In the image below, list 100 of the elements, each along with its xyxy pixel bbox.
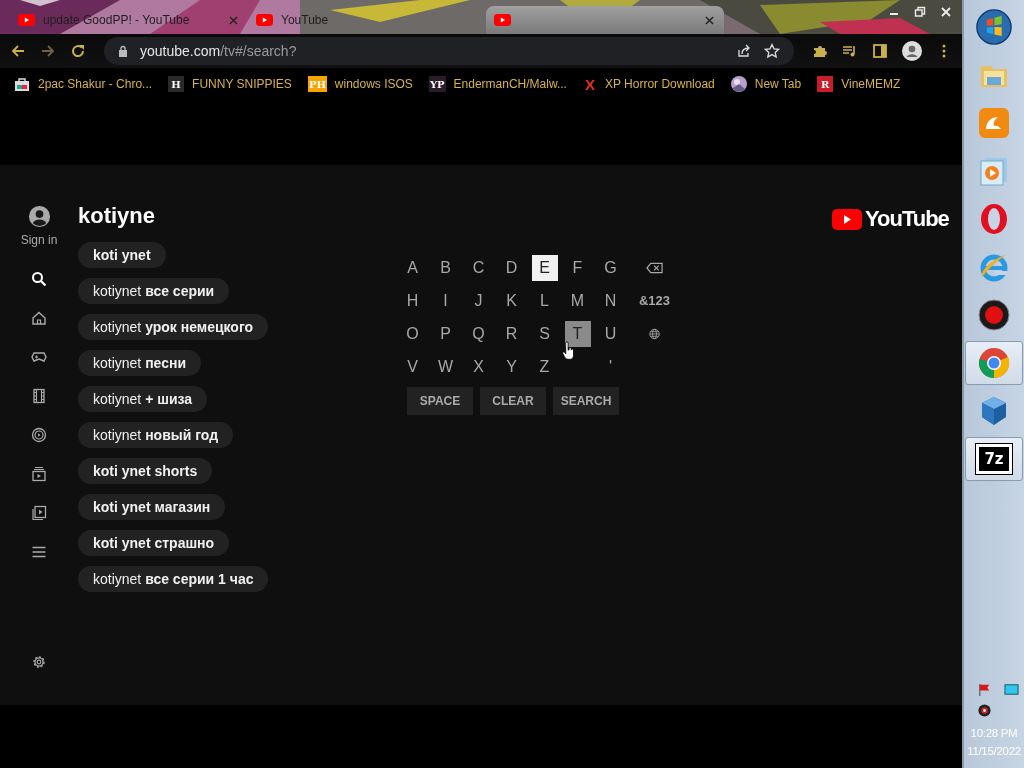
settings-icon[interactable]: [31, 654, 47, 670]
media-player-icon: [978, 155, 1010, 187]
suggestion-chip[interactable]: kotiynet все серии: [78, 278, 230, 304]
globe-icon: [646, 327, 663, 340]
keyboard-key[interactable]: Z: [531, 353, 558, 380]
nav-item[interactable]: [31, 466, 47, 482]
bookmark[interactable]: PH windows ISOS: [307, 76, 413, 92]
gamepad-icon: [31, 349, 47, 365]
forward-icon[interactable]: [40, 43, 56, 59]
play-logo-icon: [494, 14, 511, 26]
browser-icon: [978, 347, 1010, 379]
hand-cursor-icon: [562, 341, 575, 361]
keyboard-key[interactable]: D: [498, 254, 525, 281]
nav-item[interactable]: [31, 505, 47, 521]
symbols-key[interactable]: &123: [638, 287, 671, 314]
keyboard-key[interactable]: U: [597, 320, 624, 347]
keyboard-key[interactable]: C: [465, 254, 492, 281]
site-logo: X: [583, 75, 596, 93]
suggestion-chip[interactable]: koti ynet страшно: [78, 530, 230, 556]
speaker-icon[interactable]: [977, 703, 992, 718]
keyboard-key[interactable]: F: [564, 254, 591, 281]
search-query: kotiyne: [78, 203, 157, 229]
bookmark[interactable]: YP EndermanCH/Malw...: [428, 76, 567, 92]
nav-item[interactable]: [31, 310, 47, 326]
suggestion-chip[interactable]: kotiynet все серии 1 час: [78, 566, 269, 592]
suggestion-chip[interactable]: koti ynet shorts: [78, 458, 213, 484]
keyboard-key[interactable]: N: [597, 287, 624, 314]
keyboard-button[interactable]: SPACE: [407, 387, 473, 415]
network-icon[interactable]: [1004, 682, 1019, 697]
bookmark[interactable]: 2pac Shakur - Chro...: [14, 76, 153, 92]
keyboard-key[interactable]: G: [597, 254, 624, 281]
suggestion-chip[interactable]: koti ynet: [78, 242, 166, 268]
keyboard-button[interactable]: SEARCH: [553, 387, 619, 415]
library-icon: [31, 505, 47, 521]
keyboard-key[interactable]: L: [531, 287, 558, 314]
avatar-icon: [730, 76, 747, 92]
puzzle-icon[interactable]: [812, 43, 828, 59]
suggestion-chip[interactable]: kotiynet новый год: [78, 422, 234, 448]
menu-icon: [31, 544, 47, 560]
site-logo: R: [817, 76, 834, 92]
flag-icon[interactable]: [977, 682, 992, 697]
keyboard-key[interactable]: R: [498, 320, 525, 347]
account-icon[interactable]: [27, 205, 51, 228]
reload-icon[interactable]: [70, 43, 86, 59]
restore-icon[interactable]: [914, 6, 926, 18]
suggestion-chip[interactable]: koti ynet магазин: [78, 494, 226, 520]
keyboard-key[interactable]: ': [597, 353, 624, 380]
keyboard-key[interactable]: P: [432, 320, 459, 347]
bookmark[interactable]: H FUNNY SNIPPIES: [168, 76, 292, 92]
keyboard-key[interactable]: Y: [498, 353, 525, 380]
profile-icon[interactable]: [902, 41, 922, 61]
media-icon[interactable]: [842, 43, 858, 59]
keyboard-key[interactable]: M: [564, 287, 591, 314]
keyboard-key[interactable]: W: [432, 353, 459, 380]
nav-item[interactable]: [31, 427, 47, 443]
keyboard-key[interactable]: O: [399, 320, 426, 347]
home-icon: [31, 310, 47, 326]
tab-title: update GoodPP! - YouTube: [43, 13, 190, 27]
youtube-logo[interactable]: YouTube: [832, 206, 949, 232]
keyboard-key[interactable]: S: [531, 320, 558, 347]
nav-item[interactable]: [31, 388, 47, 404]
backspace-icon: [646, 261, 663, 274]
suggestion-chip[interactable]: kotiynet урок немецкого: [78, 314, 269, 340]
keyboard-key[interactable]: J: [465, 287, 492, 314]
keyboard-key[interactable]: T: [564, 320, 591, 347]
lock-icon: [118, 45, 128, 57]
back-icon[interactable]: [10, 43, 26, 59]
keyboard-key[interactable]: A: [399, 254, 426, 281]
bookmark[interactable]: X XP Horror Download: [582, 75, 715, 93]
site-logo: YP: [428, 76, 446, 92]
address-bar[interactable]: youtube.com/tv#/search?: [104, 37, 794, 65]
nav-item[interactable]: [31, 271, 47, 287]
bookmark[interactable]: R VineMEMZ: [817, 76, 901, 92]
close-icon[interactable]: [705, 15, 714, 25]
keyboard-button[interactable]: CLEAR: [480, 387, 546, 415]
start-button[interactable]: [976, 9, 1012, 45]
keyboard-key[interactable]: H: [399, 287, 426, 314]
sign-in-link[interactable]: Sign in: [20, 233, 58, 247]
nav-item[interactable]: [31, 349, 47, 365]
keyboard-key[interactable]: E: [531, 254, 558, 281]
bookmark[interactable]: New Tab: [730, 76, 802, 92]
keyboard-key[interactable]: K: [498, 287, 525, 314]
keyboard-key[interactable]: X: [465, 353, 492, 380]
squirrel-app-icon: [978, 107, 1010, 139]
suggestion-chip[interactable]: kotiynet песни: [78, 350, 202, 376]
side-panel-icon[interactable]: [872, 43, 888, 59]
suggestion-chip[interactable]: kotiynet + шиза: [78, 386, 208, 412]
star-icon[interactable]: [764, 43, 780, 59]
search-icon: [31, 271, 47, 287]
shopping-bag-icon: [14, 76, 30, 92]
url-text: youtube.com/tv#/search?: [140, 43, 297, 59]
play-logo-icon: [18, 14, 35, 26]
keyboard-key[interactable]: I: [432, 287, 459, 314]
site-logo: PH: [307, 76, 327, 92]
keyboard-key[interactable]: Q: [465, 320, 492, 347]
keyboard-key[interactable]: B: [432, 254, 459, 281]
taskbar-app[interactable]: 7z: [965, 437, 1023, 481]
keyboard-key[interactable]: V: [399, 353, 426, 380]
share-icon[interactable]: [736, 43, 752, 59]
nav-item[interactable]: [31, 544, 47, 560]
